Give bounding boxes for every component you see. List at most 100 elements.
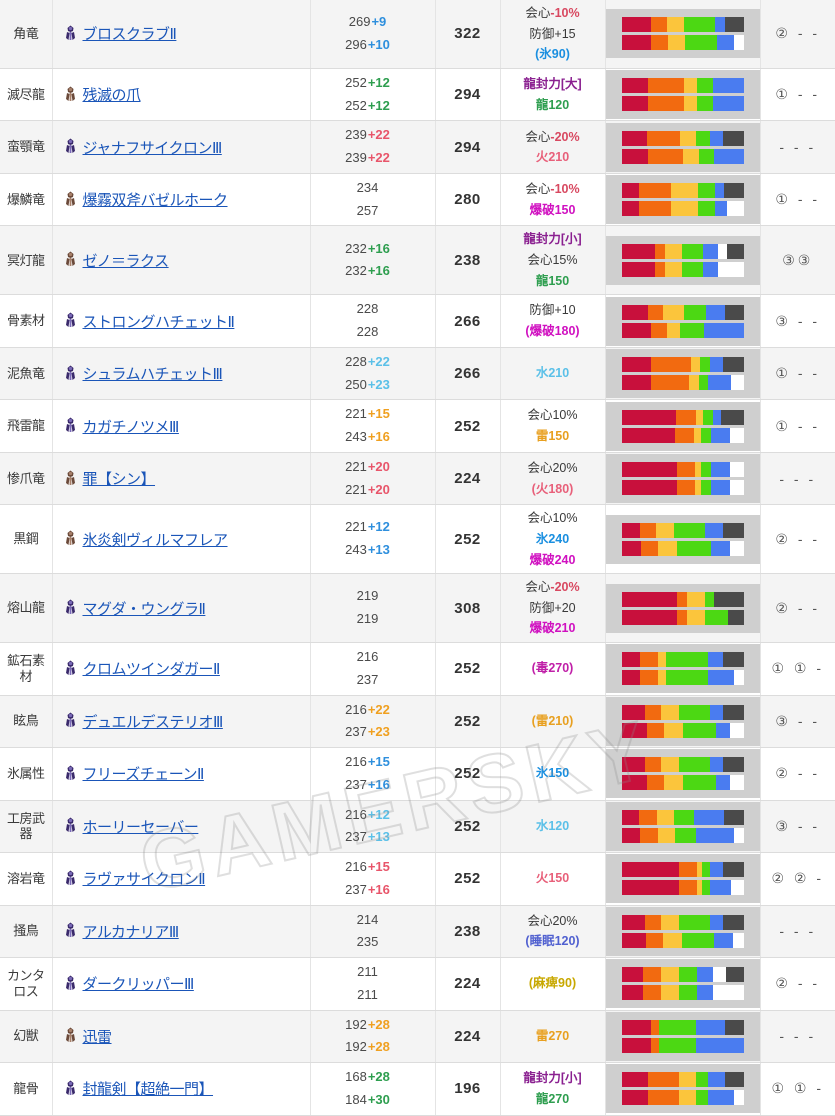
sharpness-container [605, 235, 761, 285]
weapon-name-link[interactable]: 残滅の爪 [83, 84, 142, 105]
sharpness-segment [716, 775, 731, 791]
attribute-cell: 会心20% (睡眠120) [500, 905, 606, 958]
sharpness-segment [677, 591, 688, 607]
weapon-name-link[interactable]: 氷炎剣ヴィルマフレア [83, 529, 229, 550]
sharpness-segment [676, 462, 695, 477]
weapon-name-cell: 罪【シン】 [52, 452, 311, 506]
sharpness-segment [660, 914, 680, 930]
attribute-line: 火150 [535, 871, 570, 886]
weapon-name-link[interactable]: 迅雷 [83, 1026, 113, 1047]
attribute-cell: 会心20% (火180) [500, 452, 606, 506]
weapon-name-link[interactable]: マグダ・ウングラⅡ [83, 598, 206, 619]
slots-cell: ① ① - [760, 1062, 835, 1116]
weapon-name-link[interactable]: ホーリーセーバー [83, 816, 199, 837]
sharpness-segment [679, 862, 698, 878]
slots-cell: ③③ [760, 225, 835, 296]
weapon-name-link[interactable]: ラヴァサイクロンⅡ [83, 868, 206, 889]
attack-bonus: +12 [367, 74, 390, 90]
category-cell: 龍骨 [0, 1062, 53, 1116]
sharpness-cell [605, 120, 761, 174]
weapon-name-link[interactable]: 封龍剣【超絶一門】 [83, 1078, 214, 1099]
weapon-name-link[interactable]: シュラムハチェットⅢ [83, 363, 223, 384]
sharpness-bar [622, 809, 744, 825]
weapon-name-link[interactable]: 罪【シン】 [83, 468, 156, 489]
sharpness-segment [668, 35, 686, 51]
sharpness-segment [712, 409, 722, 425]
attack-base: 221 [345, 458, 367, 474]
attribute-line: 会心10% [527, 511, 578, 526]
sharpness-bar [622, 1019, 744, 1035]
weapon-name-cell: ラヴァサイクロンⅡ [52, 852, 311, 906]
table-row: 幻獣 迅雷 192+28 192+28 224 雷270- - - [0, 1010, 835, 1063]
attack-line: 237+16 [311, 879, 425, 902]
attack-cell: 216+15 237+16 [310, 852, 436, 906]
attribute-cell: 会心-10% 防御+15 (氷90) [500, 0, 606, 69]
weapon-name-link[interactable]: 爆霧双斧バゼルホーク [83, 189, 229, 210]
sharpness-segment [712, 967, 726, 983]
sharpness-cell [605, 504, 761, 575]
sharpness-segment [641, 540, 659, 556]
attribute-line: (毒270) [531, 661, 574, 676]
sharpness-segment [723, 522, 744, 538]
sharpness-segment [646, 130, 681, 146]
attack-base: 216 [345, 754, 367, 769]
sharpness-segment [715, 17, 725, 33]
sharpness-container [605, 1011, 761, 1061]
sharpness-segment [647, 148, 683, 164]
attack-bonus: +22 [367, 150, 390, 166]
weapon-name-cell: フリーズチェーンⅡ [52, 747, 311, 801]
sharpness-segment [642, 967, 661, 983]
sharpness-bar [622, 1072, 744, 1088]
sharpness-segment [670, 183, 698, 199]
weapon-name-cell: マグダ・ウングラⅡ [52, 573, 311, 643]
attack-line: 237 [311, 669, 425, 692]
attack-bonus: +23 [367, 376, 390, 392]
weapon-name-link[interactable]: ストロングハチェットⅡ [83, 311, 235, 332]
sharpness-segment [734, 1090, 744, 1106]
slots-cell: ② ② - [760, 852, 835, 906]
true-attack-cell: 252 [435, 504, 501, 575]
weapon-name-link[interactable]: フリーズチェーンⅡ [83, 763, 205, 784]
weapon-name-link[interactable]: デュエルデステリオⅢ [83, 711, 224, 732]
attack-base: 296 [345, 36, 367, 52]
sharpness-segment [646, 722, 664, 738]
attack-cell: 192+28 192+28 [310, 1010, 436, 1063]
weapon-name-link[interactable]: ゼノ＝ラクス [83, 250, 170, 271]
sharpness-segment [734, 35, 744, 51]
table-row: 溶岩竜 ラヴァサイクロンⅡ 216+15 237+16 252 火150 ② ② - [0, 852, 835, 906]
sharpness-segment [697, 96, 713, 112]
dual-blades-icon [63, 975, 78, 991]
sharpness-segment [622, 96, 648, 112]
sharpness-segment [679, 914, 711, 930]
sharpness-bar [622, 914, 744, 930]
sharpness-segment [651, 1037, 660, 1053]
weapon-name-link[interactable]: ジャナフサイクロンⅢ [83, 137, 223, 158]
sharpness-segment [679, 1090, 697, 1106]
true-attack-cell: 252 [435, 852, 501, 906]
sharpness-segment [699, 148, 715, 164]
sharpness-segment [622, 914, 646, 930]
attack-line: 237+16 [311, 774, 425, 797]
attack-base: 168 [345, 1069, 367, 1084]
weapon-name-link[interactable]: カガチノツメⅢ [83, 416, 180, 437]
sharpness-segment [695, 827, 734, 843]
sharpness-segment [622, 704, 646, 720]
sharpness-segment [730, 375, 744, 390]
dual-blades-icon [63, 922, 78, 938]
sharpness-cell [605, 695, 761, 748]
weapon-name-link[interactable]: アルカナリアⅢ [83, 921, 180, 942]
sharpness-segment [687, 609, 705, 625]
attack-bonus: +16 [367, 240, 390, 256]
weapon-name-link[interactable]: ダークリッパーⅢ [83, 973, 195, 994]
weapon-name-link[interactable]: ブロスクラブⅡ [83, 23, 177, 44]
sharpness-bar [622, 609, 744, 625]
sharpness-segment [622, 183, 640, 199]
sharpness-segment [695, 409, 703, 425]
sharpness-segment [712, 78, 744, 94]
sharpness-segment [726, 201, 744, 217]
table-row: 泥魚竜 シュラムハチェットⅢ 228+22 250+23 266 水210 ① - - [0, 347, 835, 401]
sharpness-container [605, 749, 761, 799]
category-cell: 骨素材 [0, 294, 53, 348]
attribute-cell: 会心10% 雷150 [500, 399, 606, 453]
weapon-name-link[interactable]: クロムツインダガーⅡ [83, 658, 221, 679]
